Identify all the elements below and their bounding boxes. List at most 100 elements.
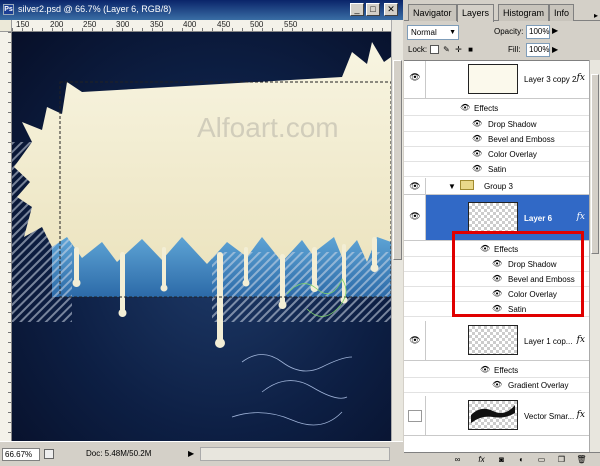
layer-name: Layer 3 copy 2: [524, 75, 577, 84]
canvas-horizontal-scrollbar[interactable]: [200, 447, 390, 461]
panel-tabs: Navigator Layers Histogram Info ▸: [404, 4, 600, 22]
layer-row[interactable]: Vector Smar... fx: [404, 396, 589, 436]
eye-icon[interactable]: 👁: [408, 72, 422, 82]
effects-header[interactable]: 👁 Effects: [404, 363, 589, 378]
adjustment-icon[interactable]: ◐: [516, 455, 527, 465]
fill-label: Fill:: [508, 45, 521, 54]
folder-icon[interactable]: ▭: [536, 455, 547, 465]
ruler-tick-label: 400: [183, 20, 197, 29]
canvas-vertical-scrollbar[interactable]: [391, 20, 403, 441]
eye-icon[interactable]: 👁: [408, 211, 422, 221]
layer-row[interactable]: 👁 Layer 3 copy 2 fx: [404, 61, 589, 99]
eye-icon[interactable]: 👁: [480, 365, 490, 374]
effect-name: Bevel and Emboss: [488, 135, 555, 144]
tab-histogram[interactable]: Histogram: [498, 4, 550, 21]
layer-row[interactable]: 👁 Layer 1 cop... fx: [404, 321, 589, 361]
group-row[interactable]: 👁 ▼ Group 3: [404, 178, 589, 195]
hatch-right: [212, 252, 391, 322]
fx-badge[interactable]: fx: [577, 335, 585, 345]
document-title: silver2.psd @ 66.7% (Layer 6, RGB/8): [18, 4, 172, 14]
image-canvas[interactable]: Alfoart.com: [12, 32, 391, 441]
eye-icon[interactable]: 👁: [408, 335, 422, 345]
document-window: Ps silver2.psd @ 66.7% (Layer 6, RGB/8) …: [0, 0, 403, 466]
opacity-label: Opacity:: [494, 27, 524, 36]
zoom-field[interactable]: 66.67%: [2, 448, 40, 461]
effect-row[interactable]: 👁 Bevel and Emboss: [404, 132, 589, 147]
splatter-shape: [14, 42, 391, 264]
fx-badge[interactable]: fx: [577, 212, 585, 222]
lock-transparency-icon[interactable]: [430, 45, 439, 54]
effect-row[interactable]: 👁 Gradient Overlay: [404, 378, 589, 393]
status-menu-arrow-icon[interactable]: ▶: [188, 449, 194, 458]
lock-pixels-icon[interactable]: ✎: [442, 45, 451, 54]
layers-toolbar: ∞ fx ◙ ◐ ▭ ❐ 🗑: [404, 452, 600, 466]
vector-thumbnail-shape: [471, 405, 515, 423]
watermark: Alfoart.com: [197, 112, 339, 143]
fx-badge[interactable]: fx: [577, 410, 585, 420]
layer-thumbnail: [468, 400, 518, 430]
lock-label: Lock:: [408, 45, 428, 54]
layer-name: Layer 6: [524, 214, 553, 223]
fill-field[interactable]: 100%: [526, 43, 550, 57]
effect-row[interactable]: 👁 Color Overlay: [404, 147, 589, 162]
effects-header[interactable]: 👁 Effects: [404, 101, 589, 116]
minimize-button[interactable]: _: [350, 3, 364, 16]
effect-row[interactable]: 👁 Satin: [404, 162, 589, 177]
tab-navigator[interactable]: Navigator: [408, 4, 457, 21]
blend-mode-select[interactable]: Normal ▼: [407, 25, 459, 40]
opacity-field[interactable]: 100%: [526, 25, 550, 39]
link-icon[interactable]: ∞: [452, 455, 463, 465]
panel-menu-icon[interactable]: ▸: [594, 11, 598, 20]
effect-row[interactable]: 👁 Drop Shadow: [404, 117, 589, 132]
horizontal-ruler[interactable]: 150 200 250 300 350 400 450 500 550: [12, 20, 391, 32]
eye-icon[interactable]: 👁: [472, 164, 482, 173]
status-info-icon[interactable]: [44, 449, 54, 459]
layer-thumbnail: [468, 202, 518, 232]
visibility-toggle[interactable]: [408, 410, 422, 422]
document-title-bar[interactable]: Ps silver2.psd @ 66.7% (Layer 6, RGB/8) …: [0, 0, 403, 20]
ruler-tick-label: 150: [16, 20, 30, 29]
eye-icon[interactable]: 👁: [408, 181, 422, 191]
new-layer-icon[interactable]: ❐: [556, 455, 567, 465]
status-bar: 66.67% Doc: 5.48M/50.2M ▶: [0, 441, 403, 466]
layer-name: Layer 1 cop...: [524, 337, 573, 346]
tab-info[interactable]: Info: [549, 4, 575, 21]
highlight-box: [452, 231, 584, 317]
tab-layers[interactable]: Layers: [457, 4, 495, 22]
blend-mode-value: Normal: [411, 28, 437, 37]
canvas-artwork: Alfoart.com: [12, 42, 391, 426]
effect-name: Satin: [488, 165, 507, 174]
eye-icon[interactable]: 👁: [492, 380, 502, 389]
ruler-tick-label: 200: [50, 20, 64, 29]
trash-icon[interactable]: 🗑: [576, 455, 587, 465]
mask-icon[interactable]: ◙: [496, 455, 507, 465]
eye-icon[interactable]: 👁: [472, 119, 482, 128]
maximize-button[interactable]: □: [366, 3, 380, 16]
scrollbar-thumb[interactable]: [591, 74, 599, 254]
layer-thumbnail: [468, 64, 518, 94]
ruler-tick-label: 250: [83, 20, 97, 29]
collapse-arrow-icon[interactable]: ▼: [448, 182, 456, 191]
scrollbar-thumb[interactable]: [393, 60, 402, 260]
lock-position-icon[interactable]: ✛: [454, 45, 463, 54]
contour-lines: [231, 354, 353, 426]
eye-icon[interactable]: 👁: [460, 103, 470, 112]
eye-icon[interactable]: 👁: [472, 134, 482, 143]
group-name: Group 3: [484, 182, 513, 191]
opacity-arrow-icon[interactable]: ▶: [552, 26, 558, 35]
ruler-origin[interactable]: [0, 20, 12, 32]
effects-label: Effects: [474, 104, 499, 113]
document-size: Doc: 5.48M/50.2M: [86, 449, 152, 458]
blend-row: Normal ▼ Opacity: 100% ▶: [404, 23, 600, 41]
layer-name: Vector Smar...: [524, 412, 575, 421]
eye-icon[interactable]: 👁: [472, 149, 482, 158]
close-button[interactable]: ✕: [384, 3, 398, 16]
vertical-ruler[interactable]: [0, 32, 12, 441]
effects-label: Effects: [494, 366, 519, 375]
fx-badge[interactable]: fx: [577, 73, 585, 83]
effect-name: Drop Shadow: [488, 120, 537, 129]
fill-arrow-icon[interactable]: ▶: [552, 45, 558, 54]
layers-scrollbar[interactable]: [589, 60, 600, 452]
fx-icon[interactable]: fx: [476, 455, 487, 465]
lock-all-icon[interactable]: ■: [466, 45, 475, 54]
